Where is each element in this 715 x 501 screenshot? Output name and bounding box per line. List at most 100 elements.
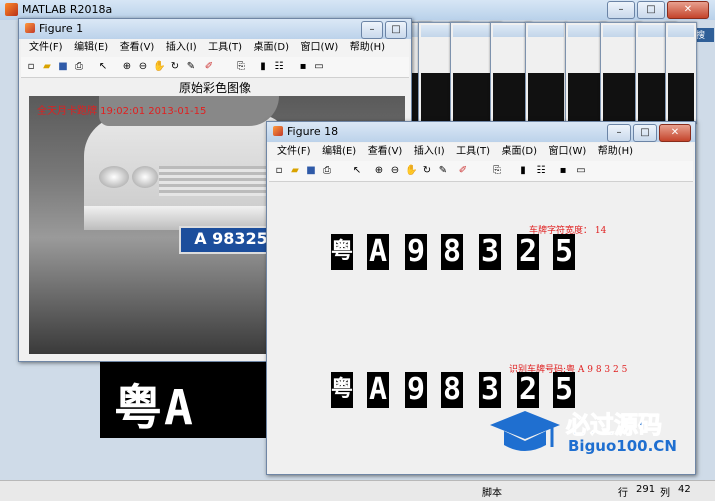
background-binary-plate: 粤A 98 [100,360,270,438]
zoom-out-icon[interactable]: ⊖ [137,61,149,73]
menu-window[interactable]: 窗口(W) [301,39,339,57]
link-plot-icon[interactable]: ⎘ [235,61,247,73]
segmented-char: 8 [441,234,463,270]
menu-insert[interactable]: 插入(I) [166,39,197,57]
print-icon[interactable]: ⎙ [73,61,85,73]
segmented-char: 5 [553,234,575,270]
segmented-char: 2 [517,372,539,408]
pan-icon[interactable]: ✋ [153,61,165,73]
open-folder-icon[interactable]: ▰ [41,61,53,73]
menu-desktop[interactable]: 桌面(D) [254,39,290,57]
matlab-logo-icon [5,3,18,16]
axes-title: 原始彩色图像 [178,81,251,95]
brush-icon[interactable]: ✐ [203,61,215,73]
colorbar-icon[interactable]: ▮ [517,165,529,177]
status-row-value: 291 [636,484,656,495]
data-cursor-icon[interactable]: ✎ [185,61,197,73]
new-file-icon[interactable]: ▫ [25,61,37,73]
minimize-button[interactable]: – [607,1,635,19]
status-mode: 脚本 [482,488,502,499]
menu-view[interactable]: 查看(V) [120,39,155,57]
pointer-icon[interactable]: ↖ [351,165,363,177]
save-icon[interactable]: ■ [57,61,69,73]
status-col-value: 42 [678,484,691,495]
watermark-line1: 必过源码 [566,411,663,440]
menu-edit[interactable]: 编辑(E) [74,39,108,57]
figure-1-title: Figure 1 [39,22,84,35]
segmented-char: 粤 [331,234,353,270]
car-headlight [99,166,129,188]
car-headlight [132,166,158,188]
menu-desktop[interactable]: 桌面(D) [502,143,538,161]
minimize-button[interactable]: – [361,21,383,39]
menu-view[interactable]: 查看(V) [368,143,403,161]
show-tools-icon[interactable]: ▭ [575,165,587,177]
save-icon[interactable]: ■ [305,165,317,177]
matlab-title: MATLAB R2018a [22,3,113,16]
watermark: 必过源码 Biguo100.CN [490,405,695,465]
segmented-char: A [367,372,389,408]
close-button[interactable]: ✕ [659,124,691,142]
maximize-button[interactable]: □ [385,21,407,39]
rotate-icon[interactable]: ↻ [169,61,181,73]
menu-help[interactable]: 帮助(H) [350,39,385,57]
legend-icon[interactable]: ☷ [535,165,547,177]
link-plot-icon[interactable]: ⎘ [491,165,503,177]
status-row-label: 行 [618,488,628,499]
rotate-icon[interactable]: ↻ [421,165,433,177]
figure-1-menubar: 文件(F) 编辑(E) 查看(V) 插入(I) 工具(T) 桌面(D) 窗口(W… [21,39,409,58]
hide-tools-icon[interactable]: ▪ [297,61,309,73]
segmented-char: 3 [479,372,501,408]
search-hint[interactable]: 搜 [696,28,714,42]
figure-18-toolbar: ▫ ▰ ■ ⎙ ↖ ⊕ ⊖ ✋ ↻ ✎ ✐ ⎘ ▮ ☷ ▪ ▭ [269,161,693,182]
segmented-char: 9 [405,372,427,408]
show-tools-icon[interactable]: ▭ [313,61,325,73]
matlab-figure-icon [273,126,283,136]
close-button[interactable]: ✕ [667,1,709,19]
graduation-cap-icon [490,411,560,451]
brush-icon[interactable]: ✐ [457,165,469,177]
figure-window-stack[interactable] [665,22,697,124]
figure-window-stack[interactable] [525,22,567,124]
new-file-icon[interactable]: ▫ [273,165,285,177]
segmented-char: 8 [441,372,463,408]
image-overlay-text: 全天月卡跑牌 19:02:01 2013-01-15 [37,106,207,117]
segmented-char: 3 [479,234,501,270]
print-icon[interactable]: ⎙ [321,165,333,177]
menu-help[interactable]: 帮助(H) [598,143,633,161]
menu-tools[interactable]: 工具(T) [208,39,242,57]
zoom-in-icon[interactable]: ⊕ [121,61,133,73]
maximize-button[interactable]: □ [633,124,657,142]
segmented-char: 5 [553,372,575,408]
segmented-char: 9 [405,234,427,270]
figure-1-title-bar[interactable]: Figure 1 – □ [19,19,411,39]
license-plate-text: A 98325 [194,229,268,248]
menu-edit[interactable]: 编辑(E) [322,143,356,161]
legend-icon[interactable]: ☷ [273,61,285,73]
menu-tools[interactable]: 工具(T) [456,143,490,161]
colorbar-icon[interactable]: ▮ [257,61,269,73]
background-plate-text: 粤A 98 [114,380,195,436]
matlab-figure-icon [25,23,35,33]
segmented-char: 粤 [331,372,353,408]
maximize-button[interactable]: □ [637,1,665,19]
minimize-button[interactable]: – [607,124,631,142]
menu-insert[interactable]: 插入(I) [414,143,445,161]
open-folder-icon[interactable]: ▰ [289,165,301,177]
zoom-in-icon[interactable]: ⊕ [373,165,385,177]
data-cursor-icon[interactable]: ✎ [437,165,449,177]
menu-file[interactable]: 文件(F) [277,143,311,161]
zoom-out-icon[interactable]: ⊖ [389,165,401,177]
segmented-char: A [367,234,389,270]
status-col-label: 列 [660,488,670,499]
menu-file[interactable]: 文件(F) [29,39,63,57]
pan-icon[interactable]: ✋ [405,165,417,177]
menu-window[interactable]: 窗口(W) [549,143,587,161]
watermark-line2: Biguo100.CN [568,437,677,455]
pointer-icon[interactable]: ↖ [97,61,109,73]
search-hint-text: 搜 [696,31,706,41]
figure-18-title-bar[interactable]: Figure 18 – □ ✕ [267,122,695,142]
figure-1-toolbar: ▫ ▰ ■ ⎙ ↖ ⊕ ⊖ ✋ ↻ ✎ ✐ ⎘ ▮ ☷ ▪ ▭ [21,57,409,78]
hide-tools-icon[interactable]: ▪ [557,165,569,177]
segmented-char: 2 [517,234,539,270]
